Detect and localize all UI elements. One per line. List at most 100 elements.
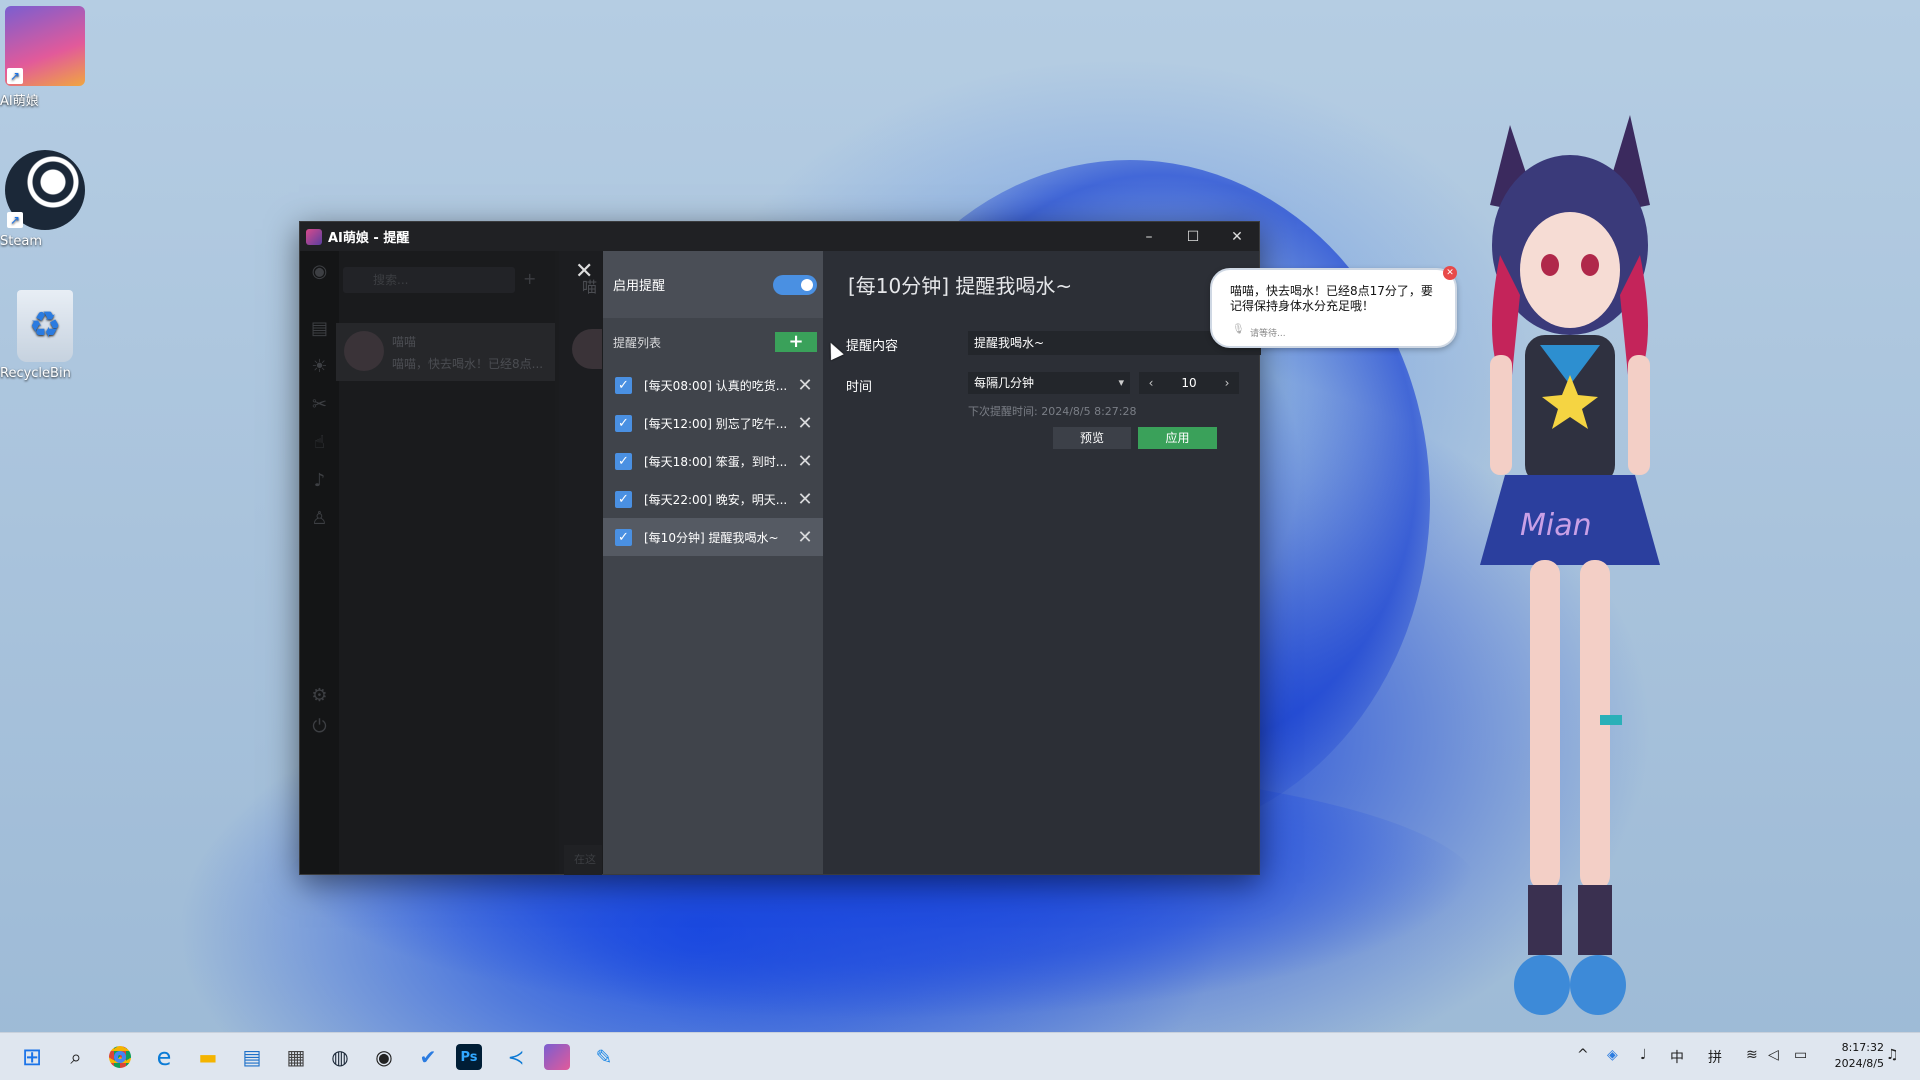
window-title: AI萌娘 - 提醒 (328, 227, 1127, 246)
title-bar[interactable]: AI萌娘 - 提醒 – ☐ ✕ (300, 222, 1259, 251)
reminder-item[interactable]: ✓ [每天18:00] 笨蛋，到时... ✕ (603, 442, 823, 480)
ime-language[interactable]: 中 (1670, 1047, 1684, 1067)
minimize-button[interactable]: – (1127, 222, 1171, 251)
close-button[interactable]: ✕ (1215, 222, 1259, 251)
delete-icon[interactable]: ✕ (795, 451, 815, 472)
app-icon (306, 229, 322, 245)
contact-name: 喵喵 (392, 333, 416, 350)
search-icon[interactable]: ⌕ (60, 1041, 92, 1073)
reminder-item[interactable]: ✓ [每天12:00] 别忘了吃午... ✕ (603, 404, 823, 442)
bell-icon[interactable]: ♪ (300, 461, 339, 499)
notification-icon[interactable]: ♫ (1886, 1047, 1899, 1063)
chevron-down-icon: ▾ (1118, 372, 1124, 394)
search-input[interactable]: 搜索... (343, 267, 515, 293)
start-icon[interactable]: ⊞ (16, 1041, 48, 1073)
increment-icon[interactable]: › (1217, 372, 1237, 394)
next-time-text: 下次提醒时间: 2024/8/5 8:27:28 (968, 403, 1137, 419)
screenshot-tool-icon[interactable]: ✎ (588, 1041, 620, 1073)
delete-icon[interactable]: ✕ (795, 527, 815, 548)
volume-icon[interactable]: ◁ (1768, 1047, 1779, 1063)
add-reminder-button[interactable]: + (775, 332, 817, 352)
side-rail: ◉ ▤ ☀ ✂ ☝ ♪ ♙ ⚙ ⏻ (300, 251, 339, 874)
delete-icon[interactable]: ✕ (795, 375, 815, 396)
svg-text:Mian: Mian (1520, 508, 1592, 543)
reminder-text: [每天12:00] 别忘了吃午... (644, 415, 795, 432)
contact-preview: 喵喵，快去喝水！已经8点... (392, 355, 543, 372)
wifi-icon[interactable]: ≋ (1746, 1047, 1758, 1063)
show-hidden-icons-icon[interactable]: ^ (1577, 1047, 1589, 1063)
chrome-icon[interactable] (104, 1041, 136, 1073)
enable-row: 启用提醒 (603, 251, 823, 318)
enable-toggle[interactable] (773, 275, 817, 295)
speech-bubble: 喵喵，快去喝水！已经8点17分了，要记得保持身体水分充足哦！ 🎙 请等待... … (1210, 268, 1457, 348)
maximize-button[interactable]: ☐ (1171, 222, 1215, 251)
checkbox-checked[interactable]: ✓ (615, 491, 632, 508)
content-label: 提醒内容 (846, 335, 898, 354)
interval-mode-select[interactable]: 每隔几分钟 ▾ (968, 372, 1130, 394)
security-icon[interactable]: ◈ (1607, 1047, 1618, 1063)
close-bubble-icon[interactable]: ✕ (1443, 266, 1457, 280)
checkbox-checked[interactable]: ✓ (615, 453, 632, 470)
bulb-icon[interactable]: ☀ (300, 347, 339, 385)
edge-icon[interactable]: e (148, 1041, 180, 1073)
ai-mengniang-icon[interactable] (544, 1044, 570, 1070)
battery-icon[interactable]: ▭ (1794, 1047, 1807, 1063)
checkbox-checked[interactable]: ✓ (615, 529, 632, 546)
ime-mode[interactable]: 拼 (1708, 1047, 1722, 1067)
steam-icon[interactable]: ◍ (324, 1041, 356, 1073)
reminder-item[interactable]: ✓ [每天08:00] 认真的吃货... ✕ (603, 366, 823, 404)
contact-item[interactable]: 喵喵 喵喵，快去喝水！已经8点... (336, 323, 555, 381)
notepad-icon[interactable]: ▤ (236, 1041, 268, 1073)
delete-icon[interactable]: ✕ (795, 489, 815, 510)
desktop-pet-character[interactable]: Mian (1450, 95, 1690, 1040)
delete-icon[interactable]: ✕ (795, 413, 815, 434)
reminder-list-panel: 启用提醒 提醒列表 + ✓ [每天08:00] 认真的吃货... ✕ ✓ [每天… (603, 251, 823, 874)
file-explorer-icon[interactable]: ▬ (192, 1041, 224, 1073)
dance-icon[interactable]: ♙ (300, 499, 339, 537)
contacts-icon[interactable]: ▤ (300, 309, 339, 347)
photoshop-icon[interactable]: Ps (456, 1044, 482, 1070)
chat-area (559, 251, 602, 874)
touch-icon[interactable]: ☝ (300, 423, 339, 461)
avatar-icon[interactable]: ◉ (300, 251, 339, 291)
desktop-icon-recycle-bin[interactable]: ♻ RecycleBin (0, 290, 90, 366)
chat-avatar (572, 329, 602, 369)
vscode-icon[interactable]: ≺ (500, 1041, 532, 1073)
reminder-window: AI萌娘 - 提醒 – ☐ ✕ ◉ ▤ ☀ ✂ ☝ ♪ ♙ ⚙ ⏻ ⌕ 搜索..… (299, 221, 1260, 875)
apply-button[interactable]: 应用 (1138, 427, 1217, 449)
interval-mode-value: 每隔几分钟 (974, 376, 1034, 390)
bubble-text: 喵喵，快去喝水！已经8点17分了，要记得保持身体水分充足哦！ (1230, 284, 1435, 314)
obs-icon[interactable]: ◉ (368, 1041, 400, 1073)
calculator-icon[interactable]: ▦ (280, 1041, 312, 1073)
decrement-icon[interactable]: ‹ (1141, 372, 1161, 394)
reminder-text: [每10分钟] 提醒我喝水~ (644, 529, 795, 546)
list-header: 提醒列表 + (603, 318, 823, 366)
tools-icon[interactable]: ✂ (300, 385, 339, 423)
ai-mengniang-icon: ↗ (5, 6, 85, 86)
desktop-icon-label: RecycleBin (0, 366, 71, 381)
reminder-item-selected[interactable]: ✓ [每10分钟] 提醒我喝水~ ✕ (603, 518, 823, 556)
power-icon[interactable]: ⏻ (300, 707, 339, 745)
desktop-icon-ai-mengniang[interactable]: ↗ AI萌娘 (0, 6, 90, 90)
reminder-item[interactable]: ✓ [每天22:00] 晚安，明天... ✕ (603, 480, 823, 518)
microphone-icon[interactable]: ♩ (1640, 1047, 1647, 1063)
shortcut-arrow-icon: ↗ (7, 68, 23, 84)
shortcut-arrow-icon: ↗ (7, 212, 23, 228)
checkbox-checked[interactable]: ✓ (615, 377, 632, 394)
reminder-detail-panel: [每10分钟] 提醒我喝水~ 提醒内容 提醒我喝水~ 时间 每隔几分钟 ▾ ‹ … (823, 251, 1259, 874)
todo-icon[interactable]: ✔ (412, 1041, 444, 1073)
desktop-icon-steam[interactable]: ↗ Steam (0, 150, 90, 234)
interval-stepper[interactable]: ‹ 10 › (1139, 372, 1239, 394)
add-friend-icon[interactable]: + (523, 269, 536, 288)
preview-button[interactable]: 预览 (1053, 427, 1131, 449)
avatar (344, 331, 384, 371)
chat-name: 喵 (582, 276, 597, 297)
reminder-text: [每天18:00] 笨蛋，到时... (644, 453, 795, 470)
clock[interactable]: 8:17:32 2024/8/5 (1835, 1040, 1884, 1072)
chat-input[interactable]: 在这 (564, 845, 602, 875)
desktop-icon-label: Steam (0, 234, 42, 249)
steam-icon: ↗ (5, 150, 85, 230)
bubble-status: 请等待... (1250, 326, 1286, 339)
clock-date: 2024/8/5 (1835, 1056, 1884, 1072)
checkbox-checked[interactable]: ✓ (615, 415, 632, 432)
